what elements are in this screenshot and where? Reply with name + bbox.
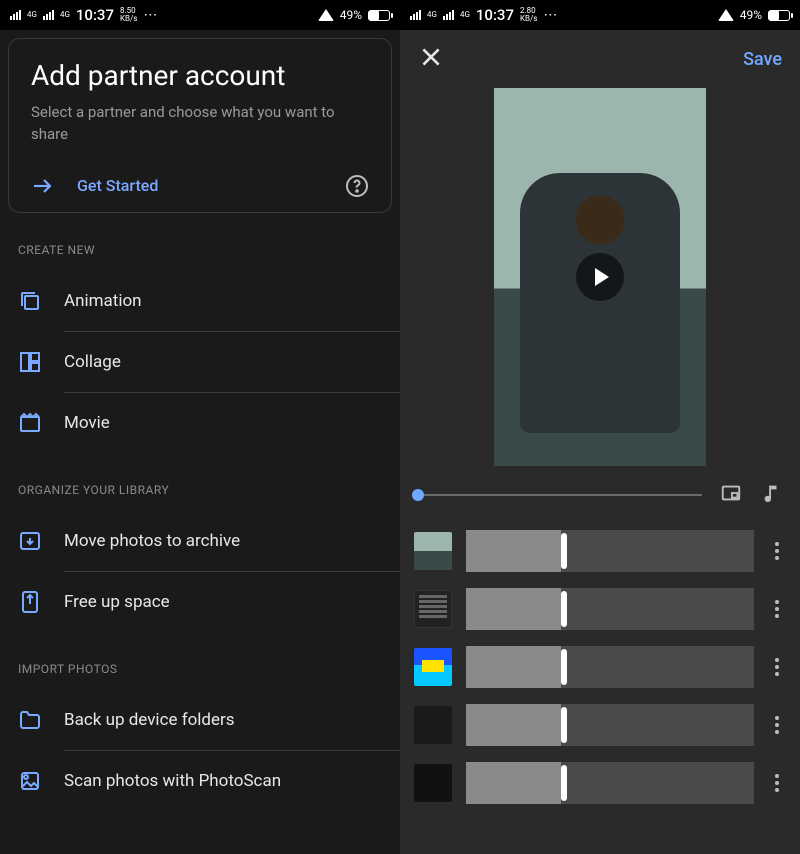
battery-text: 49% [740,8,762,22]
wifi-icon [718,9,734,21]
clip-row [414,588,786,630]
photoscan-icon [18,769,42,793]
battery-text: 49% [340,8,362,22]
row-label: Back up device folders [64,710,235,730]
signal-icon [10,10,21,20]
free-space-icon [18,590,42,614]
trim-handle[interactable] [561,765,567,801]
archive-row[interactable]: Move photos to archive [0,511,400,571]
clip-thumbnail[interactable] [414,590,452,628]
backup-row[interactable]: Back up device folders [0,690,400,750]
trim-handle[interactable] [561,649,567,685]
clip-thumbnail[interactable] [414,532,452,570]
movie-editor-pane: 4G 4G 10:37 2.80KB/s ⋯ 49% Save [400,0,800,854]
help-icon[interactable] [345,174,369,198]
clip-row [414,646,786,688]
settings-pane: 4G 4G 10:37 8.50KB/s ⋯ 49% Add partner a… [0,0,400,854]
section-import: IMPORT PHOTOS [0,632,400,690]
music-button[interactable] [760,482,782,508]
preview-content [520,173,680,433]
row-label: Animation [64,291,142,311]
more-status-icon: ⋯ [543,7,557,23]
section-organize: ORGANIZE YOUR LIBRARY [0,453,400,511]
clip-row [414,530,786,572]
status-bar-left: 4G 4G 10:37 8.50KB/s ⋯ 49% [0,0,400,30]
card-subtitle: Select a partner and choose what you wan… [31,102,369,146]
net-gen-1: 4G [427,11,437,19]
status-bar-right: 4G 4G 10:37 2.80KB/s ⋯ 49% [400,0,800,30]
clip-more-button[interactable] [768,542,786,560]
battery-icon [768,10,790,21]
row-label: Move photos to archive [64,531,240,551]
free-space-row[interactable]: Free up space [0,572,400,632]
row-label: Free up space [64,592,170,612]
scrubber-thumb[interactable] [412,489,424,501]
clip-thumbnail[interactable] [414,648,452,686]
aspect-ratio-button[interactable] [720,482,742,508]
video-preview[interactable] [494,88,706,466]
row-label: Scan photos with PhotoScan [64,771,281,791]
signal-icon-2 [443,10,454,20]
clip-trim-bar[interactable] [466,530,754,572]
net-rate-1: 8.50KB/s [120,7,137,23]
trim-handle[interactable] [561,591,567,627]
clip-more-button[interactable] [768,600,786,618]
wifi-icon [318,9,334,21]
net-rate-2: 2.80KB/s [520,7,537,23]
clip-more-button[interactable] [768,658,786,676]
collage-icon [18,350,42,374]
movie-row[interactable]: Movie [0,393,400,453]
clip-trim-bar[interactable] [466,588,754,630]
play-icon[interactable] [576,253,624,301]
trim-handle[interactable] [561,533,567,569]
arrow-right-icon [31,174,55,198]
clock: 10:37 [76,6,114,24]
photoscan-row[interactable]: Scan photos with PhotoScan [0,751,400,811]
partner-account-card: Add partner account Select a partner and… [8,38,392,213]
clip-more-button[interactable] [768,774,786,792]
more-status-icon: ⋯ [143,7,157,23]
clock: 10:37 [476,6,514,24]
section-create-new: CREATE NEW [0,213,400,271]
archive-icon [18,529,42,553]
clip-trim-bar[interactable] [466,762,754,804]
animation-icon [18,289,42,313]
row-label: Collage [64,352,121,372]
net-gen-2: 4G [60,11,70,19]
folder-icon [18,708,42,732]
clip-trim-bar[interactable] [466,704,754,746]
clip-thumbnail[interactable] [414,764,452,802]
clip-list [400,518,800,804]
clip-trim-bar[interactable] [466,646,754,688]
save-button[interactable]: Save [743,49,782,70]
battery-icon [368,10,390,21]
close-button[interactable] [418,44,444,74]
signal-icon [410,10,421,20]
net-gen-1: 4G [27,11,37,19]
get-started-button[interactable]: Get Started [31,174,158,198]
clip-row [414,762,786,804]
animation-row[interactable]: Animation [0,271,400,331]
clip-more-button[interactable] [768,716,786,734]
movie-icon [18,411,42,435]
clip-thumbnail[interactable] [414,706,452,744]
collage-row[interactable]: Collage [0,332,400,392]
trim-handle[interactable] [561,707,567,743]
row-label: Movie [64,413,110,433]
scrubber[interactable] [418,494,702,496]
card-title: Add partner account [31,59,369,92]
signal-icon-2 [43,10,54,20]
cta-label: Get Started [77,176,158,195]
clip-row [414,704,786,746]
net-gen-2: 4G [460,11,470,19]
